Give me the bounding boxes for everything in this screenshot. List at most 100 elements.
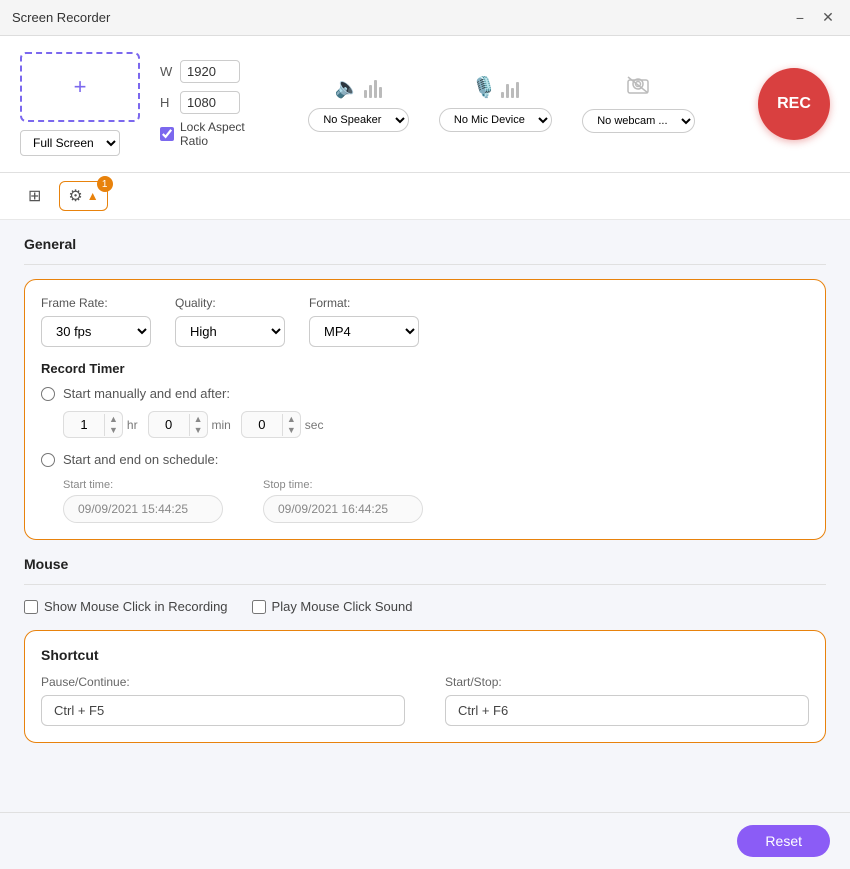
sec-group: ▲ ▼ sec bbox=[241, 411, 324, 438]
general-options-row: Frame Rate: 30 fps 15 fps 60 fps Quality… bbox=[41, 296, 809, 347]
schedule-label: Start and end on schedule: bbox=[63, 452, 218, 467]
show-click-checkbox[interactable] bbox=[24, 600, 38, 614]
quality-label: Quality: bbox=[175, 296, 285, 310]
hr-down-btn[interactable]: ▼ bbox=[105, 425, 122, 436]
record-timer-title: Record Timer bbox=[41, 361, 809, 376]
window-controls: − ✕ bbox=[790, 8, 838, 28]
start-time-label: Start time: bbox=[63, 479, 223, 491]
rec-button[interactable]: REC bbox=[758, 68, 830, 140]
hr-group: ▲ ▼ hr bbox=[63, 411, 138, 438]
start-stop-label: Start/Stop: bbox=[445, 675, 809, 689]
start-time-input[interactable]: 09/09/2021 15:44:25 bbox=[63, 495, 223, 523]
shortcut-row: Pause/Continue: Ctrl + F5 Start/Stop: Ct… bbox=[41, 675, 809, 726]
lock-aspect-checkbox[interactable] bbox=[160, 127, 174, 141]
sec-unit: sec bbox=[305, 418, 324, 432]
start-manually-radio[interactable] bbox=[41, 387, 55, 401]
webcam-device: No webcam ... bbox=[582, 75, 695, 133]
bottom-bar: Reset bbox=[0, 812, 850, 869]
speaker-bars bbox=[364, 78, 382, 98]
mic-bars bbox=[501, 78, 519, 98]
settings-button[interactable]: ⚙ ▲ 1 bbox=[59, 181, 107, 211]
speaker-device: 🔈 No Speaker bbox=[308, 75, 409, 132]
speaker-icon: 🔈 bbox=[335, 75, 360, 100]
sec-spinners: ▲ ▼ bbox=[282, 414, 300, 436]
general-section-title: General bbox=[24, 236, 826, 252]
mouse-section: Mouse Show Mouse Click in Recording Play… bbox=[24, 556, 826, 614]
schedule-radio[interactable] bbox=[41, 453, 55, 467]
app-title: Screen Recorder bbox=[12, 10, 110, 25]
chevron-icon: ▲ bbox=[87, 189, 99, 203]
pause-continue-input[interactable]: Ctrl + F5 bbox=[41, 695, 405, 726]
hr-input-box: ▲ ▼ bbox=[63, 411, 123, 438]
hr-up-btn[interactable]: ▲ bbox=[105, 414, 122, 425]
dimensions-area: W H Lock AspectRatio bbox=[160, 60, 245, 148]
time-inputs-row: ▲ ▼ hr ▲ ▼ min bbox=[63, 411, 809, 438]
width-input[interactable] bbox=[180, 60, 240, 83]
close-button[interactable]: ✕ bbox=[818, 8, 838, 28]
quality-group: Quality: High Low Medium bbox=[175, 296, 285, 347]
mic-dropdown[interactable]: No Mic Device bbox=[439, 108, 552, 132]
mouse-checkbox-row: Show Mouse Click in Recording Play Mouse… bbox=[24, 599, 826, 614]
title-bar: Screen Recorder − ✕ bbox=[0, 0, 850, 36]
mic-device: 🎙️ No Mic Device bbox=[439, 75, 552, 132]
min-spinners: ▲ ▼ bbox=[189, 414, 207, 436]
play-sound-label: Play Mouse Click Sound bbox=[272, 599, 413, 614]
sec-down-btn[interactable]: ▼ bbox=[283, 425, 300, 436]
start-time-group: Start time: 09/09/2021 15:44:25 bbox=[63, 479, 223, 523]
main-content: + Full Screen W H Lock AspectRatio bbox=[0, 36, 850, 869]
min-unit: min bbox=[212, 418, 231, 432]
pause-continue-label: Pause/Continue: bbox=[41, 675, 405, 689]
settings-area: General Frame Rate: 30 fps 15 fps 60 fps… bbox=[0, 220, 850, 812]
toolbar: ⊞ ⚙ ▲ 1 bbox=[0, 173, 850, 220]
datetime-fields: Start time: 09/09/2021 15:44:25 Stop tim… bbox=[63, 479, 809, 523]
show-click-label: Show Mouse Click in Recording bbox=[44, 599, 228, 614]
hr-unit: hr bbox=[127, 418, 138, 432]
webcam-icon bbox=[626, 75, 650, 101]
min-group: ▲ ▼ min bbox=[148, 411, 231, 438]
screen-dropdown[interactable]: Full Screen bbox=[20, 130, 120, 156]
format-label: Format: bbox=[309, 296, 419, 310]
hr-input[interactable] bbox=[64, 412, 104, 437]
width-label: W bbox=[160, 64, 174, 79]
top-area: + Full Screen W H Lock AspectRatio bbox=[0, 36, 850, 173]
add-screen-icon: + bbox=[74, 74, 87, 100]
min-down-btn[interactable]: ▼ bbox=[190, 425, 207, 436]
sec-input-box: ▲ ▼ bbox=[241, 411, 301, 438]
sec-input[interactable] bbox=[242, 412, 282, 437]
reset-button[interactable]: Reset bbox=[737, 825, 830, 857]
lock-aspect-label: Lock AspectRatio bbox=[180, 120, 245, 148]
webcam-dropdown[interactable]: No webcam ... bbox=[582, 109, 695, 133]
frame-rate-select[interactable]: 30 fps 15 fps 60 fps bbox=[41, 316, 151, 347]
format-select[interactable]: MP4 AVI MOV MKV bbox=[309, 316, 419, 347]
shortcut-title: Shortcut bbox=[41, 647, 809, 663]
gallery-button[interactable]: ⊞ bbox=[20, 182, 49, 210]
stop-time-group: Stop time: 09/09/2021 16:44:25 bbox=[263, 479, 423, 523]
minimize-button[interactable]: − bbox=[790, 8, 810, 28]
speaker-dropdown[interactable]: No Speaker bbox=[308, 108, 409, 132]
sec-up-btn[interactable]: ▲ bbox=[283, 414, 300, 425]
frame-rate-label: Frame Rate: bbox=[41, 296, 151, 310]
min-input-box: ▲ ▼ bbox=[148, 411, 208, 438]
start-stop-input[interactable]: Ctrl + F6 bbox=[445, 695, 809, 726]
mouse-separator bbox=[24, 584, 826, 585]
min-input[interactable] bbox=[149, 412, 189, 437]
settings-badge: 1 bbox=[97, 176, 113, 192]
shortcut-card: Shortcut Pause/Continue: Ctrl + F5 Start… bbox=[24, 630, 826, 743]
pause-continue-field: Pause/Continue: Ctrl + F5 bbox=[41, 675, 405, 726]
height-input[interactable] bbox=[180, 91, 240, 114]
settings-icon: ⚙ bbox=[68, 186, 82, 206]
play-sound-item: Play Mouse Click Sound bbox=[252, 599, 413, 614]
stop-time-input[interactable]: 09/09/2021 16:44:25 bbox=[263, 495, 423, 523]
schedule-row: Start and end on schedule: bbox=[41, 452, 809, 467]
quality-select[interactable]: High Low Medium bbox=[175, 316, 285, 347]
play-sound-checkbox[interactable] bbox=[252, 600, 266, 614]
format-group: Format: MP4 AVI MOV MKV bbox=[309, 296, 419, 347]
frame-rate-group: Frame Rate: 30 fps 15 fps 60 fps bbox=[41, 296, 151, 347]
show-click-item: Show Mouse Click in Recording bbox=[24, 599, 228, 614]
gallery-icon: ⊞ bbox=[28, 186, 41, 206]
general-separator bbox=[24, 264, 826, 265]
screen-select-box[interactable]: + bbox=[20, 52, 140, 122]
start-stop-field: Start/Stop: Ctrl + F6 bbox=[445, 675, 809, 726]
min-up-btn[interactable]: ▲ bbox=[190, 414, 207, 425]
general-settings-card: Frame Rate: 30 fps 15 fps 60 fps Quality… bbox=[24, 279, 826, 540]
